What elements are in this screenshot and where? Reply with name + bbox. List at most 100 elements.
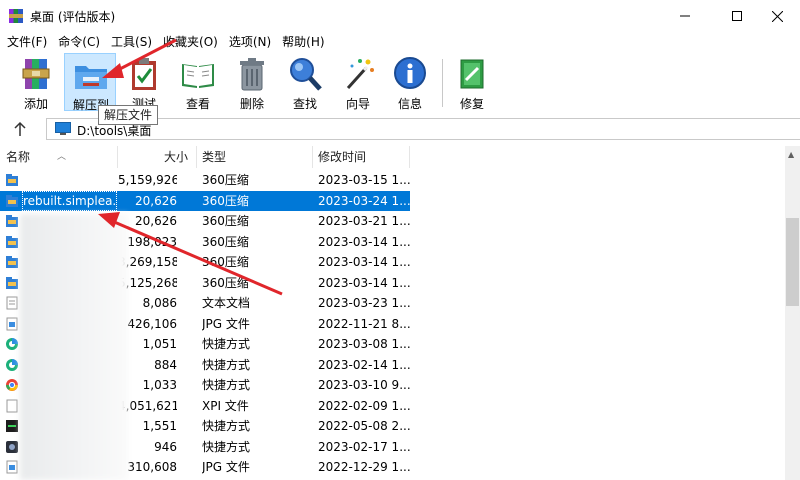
file-type: 360压缩 — [202, 255, 249, 269]
file-modified: 2022-02-09 1... — [318, 398, 410, 413]
column-size[interactable]: 大小 — [118, 146, 197, 168]
file-modified: 2023-02-14 1... — [318, 357, 410, 372]
toolbar-separator — [442, 59, 443, 107]
file-type: XPI 文件 — [202, 398, 249, 413]
column-name-label: 名称 — [6, 150, 31, 164]
magic-wand-icon — [346, 59, 374, 90]
file-type: 360压缩 — [202, 214, 249, 228]
archive-icon — [5, 276, 19, 290]
repair-label: 修复 — [459, 97, 484, 111]
maximize-icon — [732, 11, 742, 21]
minimize-button[interactable] — [662, 0, 708, 32]
column-type[interactable]: 类型 — [197, 146, 313, 168]
info-label: 信息 — [397, 97, 422, 111]
delete-button[interactable]: 删除 — [226, 53, 278, 111]
delete-label: 删除 — [239, 97, 264, 111]
blank-file-icon — [5, 399, 19, 413]
up-arrow-icon[interactable] — [12, 120, 28, 138]
file-modified: 2022-11-21 8... — [318, 316, 410, 331]
test-button[interactable]: 测试 — [118, 53, 170, 111]
menu-bar: 文件(F) 命令(C) 工具(S) 收藏夹(O) 选项(N) 帮助(H) — [0, 32, 800, 51]
column-name[interactable]: 名称 ︿ — [0, 146, 118, 168]
image-file-icon — [5, 460, 19, 474]
dark-shortcut-icon — [5, 440, 19, 454]
view-book-icon — [182, 64, 214, 88]
menu-commands[interactable]: 命令(C) — [55, 33, 103, 50]
file-type: 360压缩 — [202, 173, 249, 187]
file-type: JPG 文件 — [202, 316, 250, 331]
scroll-up-icon[interactable]: ▲ — [788, 150, 794, 159]
menu-favorites[interactable]: 收藏夹(O) — [160, 33, 221, 50]
column-modified[interactable]: 修改时间 — [313, 146, 410, 168]
file-modified: 2022-12-29 1... — [318, 460, 410, 474]
file-modified: 2023-03-08 1... — [318, 337, 410, 351]
file-type: 快捷方式 — [202, 357, 251, 372]
search-icon — [290, 58, 322, 91]
file-modified: 2023-03-14 1... — [318, 275, 410, 290]
archive-icon — [5, 194, 19, 208]
close-button[interactable] — [754, 0, 800, 32]
table-row[interactable]: 5,159,926 360压缩 2023-03-15 1... — [0, 170, 410, 191]
info-button[interactable]: 信息 — [384, 53, 436, 111]
find-label: 查找 — [292, 97, 317, 111]
file-type: JPG 文件 — [202, 460, 250, 474]
winrar-app-icon — [9, 9, 23, 23]
app-shortcut-icon — [5, 419, 19, 433]
text-file-icon — [5, 296, 19, 310]
wizard-button[interactable]: 向导 — [332, 53, 384, 111]
file-type: 360压缩 — [202, 193, 249, 208]
minimize-icon — [680, 15, 690, 17]
add-label: 添加 — [23, 97, 48, 111]
trash-icon — [240, 58, 264, 91]
file-type: 快捷方式 — [202, 378, 251, 392]
file-modified: 2023-02-17 1... — [318, 439, 410, 454]
column-size-label: 大小 — [163, 150, 188, 164]
file-type: 快捷方式 — [202, 419, 251, 433]
tooltip: 解压文件 — [98, 105, 159, 125]
window-title: 桌面 (评估版本) — [30, 10, 116, 24]
menu-tools[interactable]: 工具(S) — [108, 33, 155, 50]
desktop-icon — [55, 122, 71, 135]
file-modified: 2022-05-08 2... — [318, 419, 410, 433]
extract-folder-icon — [75, 66, 107, 89]
file-type: 文本文档 — [202, 296, 251, 310]
file-modified: 2023-03-24 1... — [318, 193, 410, 208]
file-type: 快捷方式 — [202, 337, 251, 351]
file-name — [22, 170, 117, 190]
file-size: 20,626 — [135, 193, 177, 208]
toolbar: 添加 解压到 测试 查看 删除 查找 向导 信息 修复 — [0, 51, 800, 113]
wizard-label: 向导 — [345, 97, 370, 111]
scroll-thumb[interactable] — [786, 218, 799, 306]
menu-file[interactable]: 文件(F) — [4, 33, 50, 50]
info-icon — [394, 57, 426, 89]
file-modified: 2023-03-14 1... — [318, 255, 410, 269]
view-label: 查看 — [185, 97, 210, 111]
file-modified: 2023-03-21 1... — [318, 214, 410, 228]
table-row-selected[interactable]: rebuilt.simplea... 20,626 360压缩 2023-03-24 … — [0, 190, 410, 211]
archive-icon — [5, 173, 19, 187]
extract-to-button[interactable]: 解压到 — [64, 53, 116, 112]
file-type: 快捷方式 — [202, 439, 251, 454]
add-archive-icon — [22, 59, 50, 89]
file-size: 5,159,926 — [118, 173, 177, 187]
privacy-blur — [20, 214, 128, 480]
file-modified: 2023-03-15 1... — [318, 173, 410, 187]
repair-kit-icon — [460, 59, 484, 89]
file-modified: 2023-03-23 1... — [318, 296, 410, 310]
find-button[interactable]: 查找 — [279, 53, 331, 111]
test-clipboard-icon — [132, 58, 156, 90]
file-type: 360压缩 — [202, 275, 249, 290]
menu-options[interactable]: 选项(N) — [226, 33, 274, 50]
menu-help[interactable]: 帮助(H) — [279, 33, 327, 50]
file-name: rebuilt.simplea... — [22, 190, 117, 211]
path-field[interactable]: D:\tools\桌面 — [46, 118, 800, 140]
repair-button[interactable]: 修复 — [446, 53, 498, 111]
image-file-icon — [5, 317, 19, 331]
file-type: 360压缩 — [202, 234, 249, 249]
add-button[interactable]: 添加 — [10, 53, 62, 111]
archive-icon — [5, 235, 19, 249]
file-modified: 2023-03-14 1... — [318, 234, 410, 249]
archive-icon — [5, 255, 19, 269]
view-button[interactable]: 查看 — [172, 53, 224, 111]
vertical-scrollbar[interactable]: ▲ — [785, 146, 800, 480]
